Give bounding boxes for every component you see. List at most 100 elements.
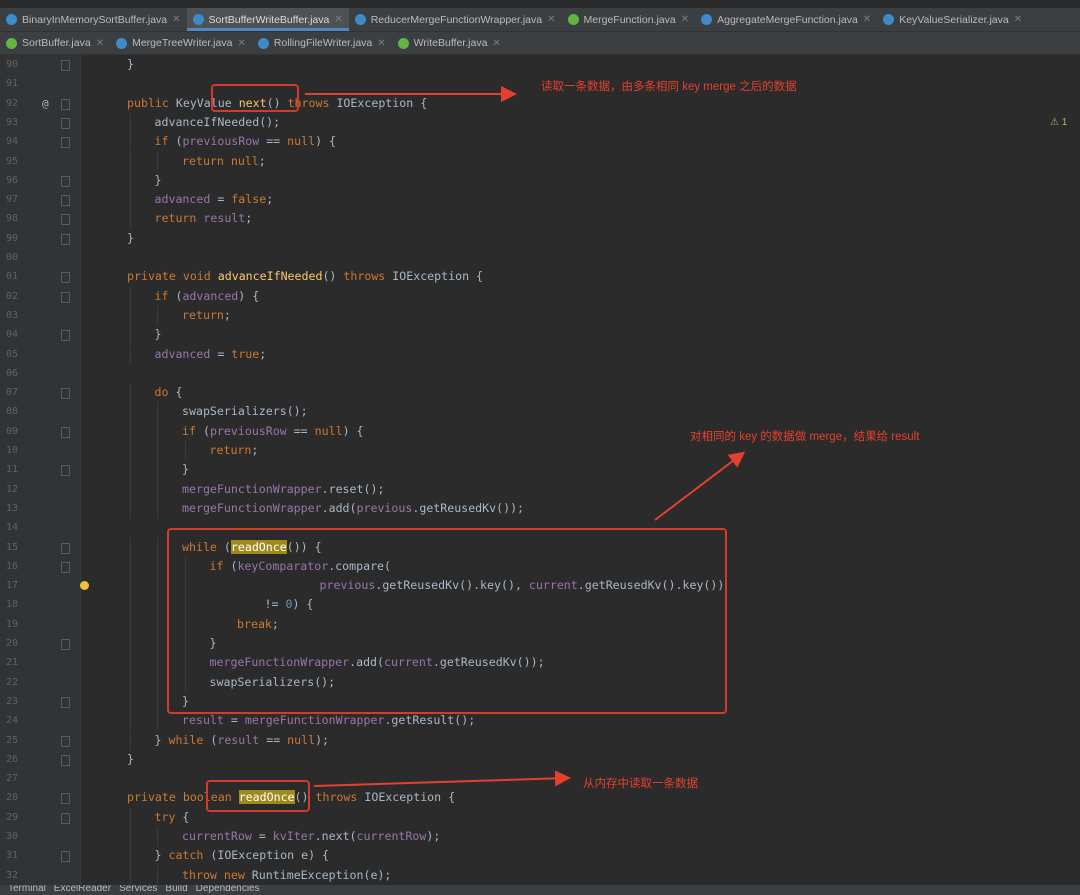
fold-toggle-icon[interactable] xyxy=(61,465,70,477)
code-line[interactable]: 31} catch (IOException e) { xyxy=(0,846,1080,866)
fold-toggle-icon[interactable] xyxy=(61,98,70,110)
tab-aggregatemergefunction[interactable]: AggregateMergeFunction.java ✕ xyxy=(695,8,877,31)
fold-toggle-icon[interactable] xyxy=(61,388,70,400)
fold-toggle-icon[interactable] xyxy=(61,851,70,863)
close-icon[interactable]: ✕ xyxy=(863,14,871,25)
line-number: 25 xyxy=(6,734,19,746)
code-line[interactable]: 95 return null; xyxy=(0,151,1080,171)
code-line[interactable]: 03 return; xyxy=(0,305,1080,326)
fold-toggle-icon[interactable] xyxy=(61,291,70,303)
indent-guide xyxy=(129,305,131,326)
tab-sortbuffer[interactable]: SortBuffer.java ✕ xyxy=(0,32,110,54)
indent-guide xyxy=(129,441,131,461)
close-icon[interactable]: ✕ xyxy=(334,14,342,25)
tool-window-terminal[interactable]: Terminal xyxy=(8,885,46,894)
close-icon[interactable]: ✕ xyxy=(492,38,500,49)
code-line[interactable]: 27 xyxy=(0,769,1080,788)
line-number: 94 xyxy=(6,136,19,148)
close-icon[interactable]: ✕ xyxy=(1014,14,1022,25)
tab-reducermergefunctionwrapper[interactable]: ReducerMergeFunctionWrapper.java ✕ xyxy=(349,8,562,31)
close-icon[interactable]: ✕ xyxy=(172,14,180,25)
fold-toggle-icon[interactable] xyxy=(61,542,70,554)
line-number: 06 xyxy=(6,367,19,379)
fold-toggle-icon[interactable] xyxy=(61,272,70,284)
code-text: currentRow = kvIter.next(currentRow); xyxy=(182,829,441,843)
tool-window-build[interactable]: Build xyxy=(165,885,187,894)
code-line[interactable]: 01 private void advanceIfNeeded() throws … xyxy=(0,267,1080,286)
close-icon[interactable]: ✕ xyxy=(547,14,555,25)
tab-rollingfilewriter[interactable]: RollingFileWriter.java ✕ xyxy=(252,32,392,54)
code-line[interactable]: 98 return result; xyxy=(0,209,1080,229)
tab-mergefunction[interactable]: MergeFunction.java ✕ xyxy=(562,8,696,31)
fold-toggle-icon[interactable] xyxy=(61,137,70,149)
code-text: do { xyxy=(154,385,183,400)
code-line[interactable]: 94 if (previousRow == null) { xyxy=(0,132,1080,152)
fold-toggle-icon[interactable] xyxy=(61,195,70,207)
close-icon[interactable]: ✕ xyxy=(681,14,689,25)
code-line[interactable]: 08 swapSerializers(); xyxy=(0,402,1080,422)
code-line[interactable]: 07 do { xyxy=(0,383,1080,403)
code-line[interactable]: 32 throw new RuntimeException(e); xyxy=(0,865,1080,885)
line-number: 92 xyxy=(6,97,19,109)
code-line[interactable]: 24 result = mergeFunctionWrapper.getResul… xyxy=(0,711,1080,731)
indent-guide xyxy=(129,383,131,403)
line-number: 02 xyxy=(6,290,19,302)
fold-toggle-icon[interactable] xyxy=(61,117,70,129)
fold-toggle-icon[interactable] xyxy=(61,639,70,650)
tab-sortbufferwritebuffer[interactable]: SortBufferWriteBuffer.java ✕ xyxy=(186,8,349,31)
tab-binaryinmemorysortbuffer[interactable]: BinaryInMemorySortBuffer.java ✕ xyxy=(0,8,187,31)
tool-window-dependencies[interactable]: Dependencies xyxy=(196,885,260,894)
code-line[interactable]: 05 advanced = true; xyxy=(0,344,1080,364)
code-line[interactable]: 30 currentRow = kvIter.next(currentRow); xyxy=(0,827,1080,847)
editor-scrollbar[interactable] xyxy=(1068,55,1080,885)
fold-toggle-icon[interactable] xyxy=(61,561,70,573)
code-line[interactable]: 04} xyxy=(0,325,1080,345)
line-number: 28 xyxy=(6,792,19,804)
fold-toggle-icon[interactable] xyxy=(61,812,70,824)
indent-guide xyxy=(129,344,131,364)
tab-writebuffer[interactable]: WriteBuffer.java ✕ xyxy=(392,32,507,54)
fold-toggle-icon[interactable] xyxy=(61,696,70,708)
fold-toggle-icon[interactable] xyxy=(61,233,70,245)
code-line[interactable]: 12 mergeFunctionWrapper.reset(); xyxy=(0,479,1080,499)
line-number: 11 xyxy=(6,464,19,476)
code-line[interactable]: 96} xyxy=(0,170,1080,191)
code-line[interactable]: 13 mergeFunctionWrapper.add(previous.getR… xyxy=(0,498,1080,519)
fold-toggle-icon[interactable] xyxy=(61,330,70,342)
code-line[interactable]: 90} xyxy=(0,55,1080,74)
fold-toggle-icon[interactable] xyxy=(61,214,70,226)
fold-toggle-icon[interactable] xyxy=(61,754,70,766)
indent-guide xyxy=(129,846,131,866)
code-line[interactable]: 06 xyxy=(0,364,1080,383)
code-line[interactable]: 11} xyxy=(0,460,1080,480)
code-line[interactable]: 97 advanced = false; xyxy=(0,190,1080,210)
code-line[interactable]: 28 private boolean readOnce() throws IOEx… xyxy=(0,788,1080,807)
code-line[interactable]: 02 if (advanced) { xyxy=(0,286,1080,306)
tool-window-services[interactable]: Services xyxy=(119,885,157,894)
override-marker-icon[interactable]: @ xyxy=(42,94,49,113)
code-line[interactable]: 00 xyxy=(0,248,1080,267)
line-number: 29 xyxy=(6,811,19,823)
fold-toggle-icon[interactable] xyxy=(61,426,70,438)
code-editor[interactable]: ⚠ 1 90} 91 92 @ public KeyValue next() throw… xyxy=(0,55,1080,885)
close-icon[interactable]: ✕ xyxy=(96,38,104,49)
tab-mergetreewriter[interactable]: MergeTreeWriter.java ✕ xyxy=(110,32,252,54)
fold-toggle-icon[interactable] xyxy=(61,735,70,747)
line-number: 08 xyxy=(6,406,19,418)
code-line[interactable]: 25} while (result == null); xyxy=(0,730,1080,750)
code-line[interactable]: 99} xyxy=(0,229,1080,248)
fold-toggle-icon[interactable] xyxy=(61,175,70,187)
fold-toggle-icon[interactable] xyxy=(61,60,70,71)
code-line[interactable]: 29 try { xyxy=(0,807,1080,827)
tool-window-excelreader[interactable]: ExcelReader xyxy=(54,885,111,894)
code-line[interactable]: 93 advanceIfNeeded(); xyxy=(0,112,1080,133)
editor-tab-bar-primary: BinaryInMemorySortBuffer.java ✕ SortBuffer… xyxy=(0,8,1080,32)
close-icon[interactable]: ✕ xyxy=(377,38,385,49)
tab-keyvalueserializer[interactable]: KeyValueSerializer.java ✕ xyxy=(877,8,1028,31)
fold-toggle-icon[interactable] xyxy=(61,793,70,805)
code-line[interactable]: 92 @ public KeyValue next() throws IOExcep… xyxy=(0,94,1080,113)
close-icon[interactable]: ✕ xyxy=(237,38,245,49)
code-line[interactable]: 26} xyxy=(0,750,1080,769)
readonce-method-highlight-box xyxy=(206,780,310,812)
code-line[interactable]: 91 xyxy=(0,74,1080,93)
